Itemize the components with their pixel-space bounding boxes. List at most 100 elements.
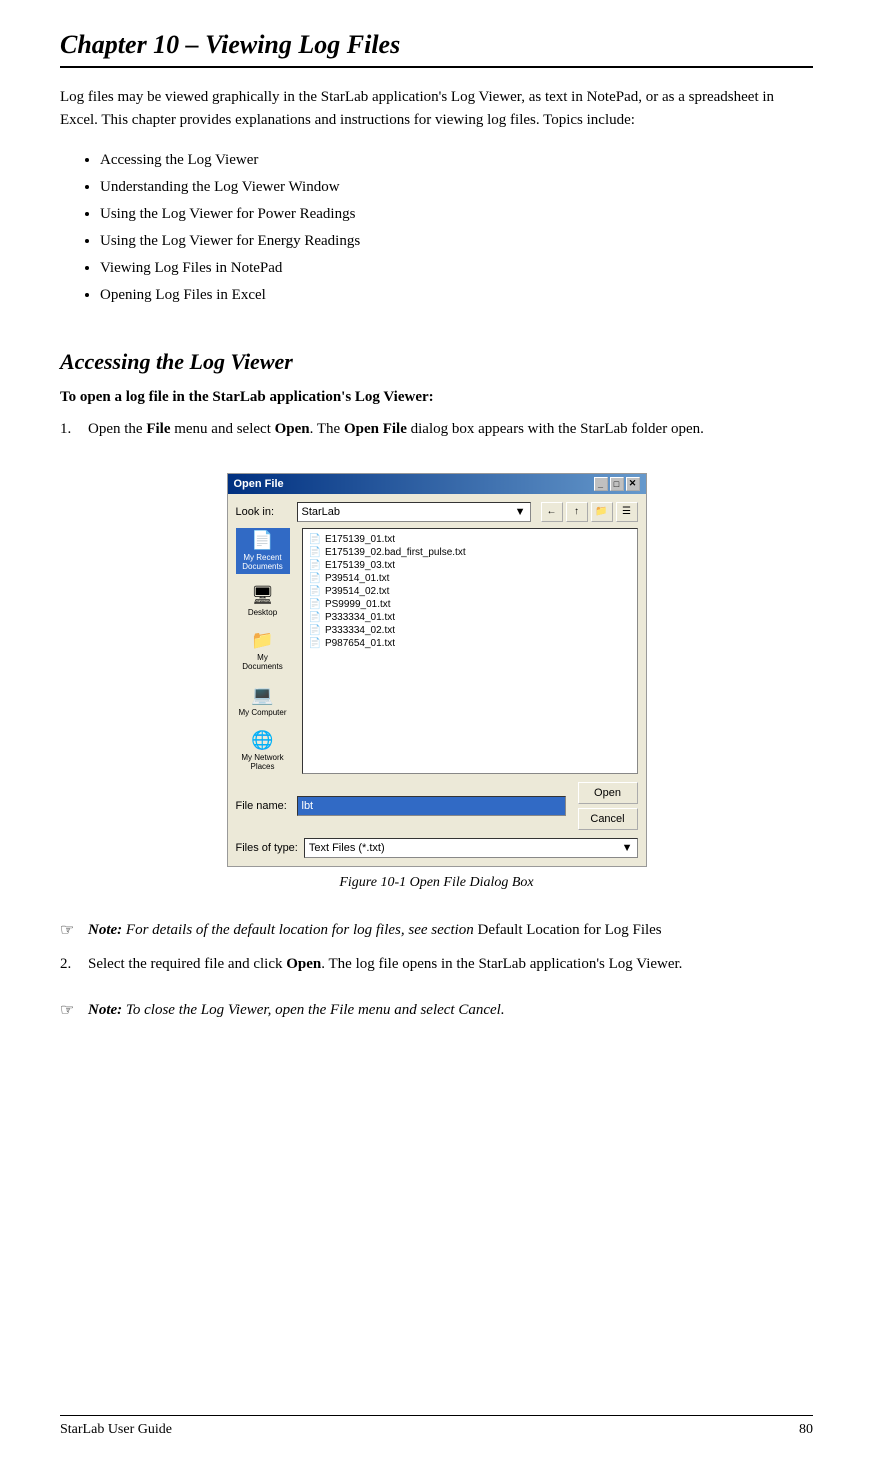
- step1-bold3: Open File: [344, 421, 407, 437]
- section1-heading: Accessing the Log Viewer: [60, 349, 813, 375]
- dialog-body: Look in: StarLab ▼ ← ↑ 📁 ☰ 📄My Rec: [228, 494, 646, 866]
- dialog-main: 📄My Recent Documents🖥Desktop📁My Document…: [236, 528, 638, 774]
- file-name: E175139_02.bad_first_pulse.txt: [325, 547, 466, 558]
- footer-right: 80: [799, 1422, 813, 1438]
- lookin-combo[interactable]: StarLab ▼: [297, 502, 531, 522]
- sidebar-item-4[interactable]: 🌐My Network Places: [236, 728, 290, 774]
- filetype-value: Text Files (*.txt): [309, 842, 385, 854]
- note1-normal-link: Default Location for Log Files: [478, 922, 662, 938]
- filename-label: File name:: [236, 800, 291, 812]
- bullet-item: Using the Log Viewer for Energy Readings: [100, 228, 813, 255]
- toolbar: ← ↑ 📁 ☰: [541, 502, 638, 522]
- step1-content: Open the File menu and select Open. The …: [88, 418, 813, 441]
- dialog-titlebar: Open File _ □ ✕: [228, 474, 646, 494]
- file-icon: 📄: [309, 599, 321, 610]
- sidebar-item-3[interactable]: 💻My Computer: [236, 678, 290, 724]
- file-icon: 📄: [309, 547, 321, 558]
- step1-number: 1.: [60, 418, 80, 441]
- step1-text-mid: menu and select: [170, 421, 274, 437]
- file-item[interactable]: 📄 P333334_02.txt: [307, 624, 633, 637]
- view-btn[interactable]: ☰: [616, 502, 638, 522]
- page-container: Chapter 10 – Viewing Log Files Log files…: [0, 0, 873, 1478]
- filetype-dropdown-icon[interactable]: ▼: [622, 842, 633, 854]
- file-icon: 📄: [309, 586, 321, 597]
- bullet-item: Accessing the Log Viewer: [100, 147, 813, 174]
- dialog-minimize-btn[interactable]: _: [594, 477, 608, 491]
- sidebar-item-0[interactable]: 📄My Recent Documents: [236, 528, 290, 574]
- step2-number: 2.: [60, 953, 80, 976]
- new-folder-btn[interactable]: 📁: [591, 502, 613, 522]
- filetype-row: Files of type: Text Files (*.txt) ▼: [236, 838, 638, 858]
- filetype-combo[interactable]: Text Files (*.txt) ▼: [304, 838, 638, 858]
- up-btn[interactable]: ↑: [566, 502, 588, 522]
- page-footer: StarLab User Guide 80: [60, 1415, 813, 1438]
- note1-icon: ☞: [60, 919, 82, 943]
- sidebar-item-2[interactable]: 📁My Documents: [236, 628, 290, 674]
- open-btn[interactable]: Open: [578, 782, 638, 804]
- file-icon: 📄: [309, 638, 321, 649]
- step2-suffix: . The log file opens in the StarLab appl…: [321, 956, 682, 972]
- note1-italic: For details of the default location for …: [126, 922, 474, 938]
- lookin-row: Look in: StarLab ▼ ← ↑ 📁 ☰: [236, 502, 638, 522]
- footer-left: StarLab User Guide: [60, 1422, 172, 1438]
- lookin-dropdown-icon[interactable]: ▼: [515, 506, 526, 518]
- step1-bold2: Open: [275, 421, 310, 437]
- back-btn[interactable]: ←: [541, 502, 563, 522]
- note2: ☞ Note: To close the Log Viewer, open th…: [60, 999, 813, 1023]
- file-name: P333334_01.txt: [325, 612, 395, 623]
- file-icon: 📄: [309, 573, 321, 584]
- dialog-maximize-btn[interactable]: □: [610, 477, 624, 491]
- intro-paragraph: Log files may be viewed graphically in t…: [60, 86, 813, 131]
- step1: 1. Open the File menu and select Open. T…: [60, 418, 813, 441]
- file-name: P987654_01.txt: [325, 638, 395, 649]
- file-item[interactable]: 📄 E175139_02.bad_first_pulse.txt: [307, 546, 633, 559]
- topics-list: Accessing the Log ViewerUnderstanding th…: [100, 147, 813, 309]
- file-item[interactable]: 📄PS9999_01.txt: [307, 598, 633, 611]
- file-icon: 📄: [309, 625, 321, 636]
- note2-text: Note: To close the Log Viewer, open the …: [88, 999, 505, 1023]
- file-name: P333334_02.txt: [325, 625, 395, 636]
- file-item[interactable]: 📄P39514_01.txt: [307, 572, 633, 585]
- step1-bold1: File: [146, 421, 170, 437]
- chapter-title: Chapter 10 – Viewing Log Files: [60, 30, 813, 68]
- sidebar-item-1[interactable]: 🖥Desktop: [236, 578, 290, 624]
- bullet-item: Understanding the Log Viewer Window: [100, 174, 813, 201]
- file-item[interactable]: 📄 E175139_01.txt: [307, 533, 633, 546]
- note2-italic-text: To close the Log Viewer, open the File m…: [126, 1002, 505, 1018]
- filetype-label: Files of type:: [236, 842, 298, 854]
- note2-label: Note:: [88, 1002, 122, 1018]
- filename-value: lbt: [302, 800, 314, 812]
- step2: 2. Select the required file and click Op…: [60, 953, 813, 976]
- file-icon: 📄: [309, 534, 321, 545]
- filename-input[interactable]: lbt: [297, 796, 566, 816]
- dialog-bottom-area: File name: lbt Open Cancel Files of type…: [236, 782, 638, 858]
- file-item[interactable]: 📄 P333334_01.txt: [307, 611, 633, 624]
- filename-row: File name: lbt Open Cancel: [236, 782, 638, 830]
- dialog-title: Open File: [234, 478, 284, 490]
- file-item[interactable]: 📄 P987654_01.txt: [307, 637, 633, 650]
- step1-text-suffix: . The: [310, 421, 344, 437]
- step1-text-suffix2: dialog box appears with the StarLab fold…: [407, 421, 704, 437]
- bullet-item: Viewing Log Files in NotePad: [100, 255, 813, 282]
- note2-icon: ☞: [60, 999, 82, 1023]
- step2-bold: Open: [286, 956, 321, 972]
- step2-content: Select the required file and click Open.…: [88, 953, 813, 976]
- cancel-btn[interactable]: Cancel: [578, 808, 638, 830]
- dialog-close-btn[interactable]: ✕: [626, 477, 640, 491]
- file-name: P39514_02.txt: [325, 586, 390, 597]
- note1: ☞ Note: For details of the default locat…: [60, 919, 813, 943]
- lookin-label: Look in:: [236, 506, 291, 518]
- lookin-value: StarLab: [302, 506, 341, 518]
- note1-text: Note: For details of the default locatio…: [88, 919, 662, 943]
- file-icon: 📄: [309, 612, 321, 623]
- step2-prefix: Select the required file and click: [88, 956, 286, 972]
- bullet-item: Opening Log Files in Excel: [100, 282, 813, 309]
- file-item[interactable]: 📄E175139_03.txt: [307, 559, 633, 572]
- dialog-filelist[interactable]: 📄 E175139_01.txt 📄 E175139_02.bad_first_pul…: [302, 528, 638, 774]
- file-item[interactable]: 📄 P39514_02.txt: [307, 585, 633, 598]
- file-name: E175139_01.txt: [325, 534, 395, 545]
- section1-subheading: To open a log file in the StarLab applic…: [60, 389, 813, 406]
- figure-container: Open File _ □ ✕ Look in: StarLab ▼: [60, 473, 813, 891]
- note1-label: Note:: [88, 922, 122, 938]
- dialog-sidebar: 📄My Recent Documents🖥Desktop📁My Document…: [236, 528, 296, 774]
